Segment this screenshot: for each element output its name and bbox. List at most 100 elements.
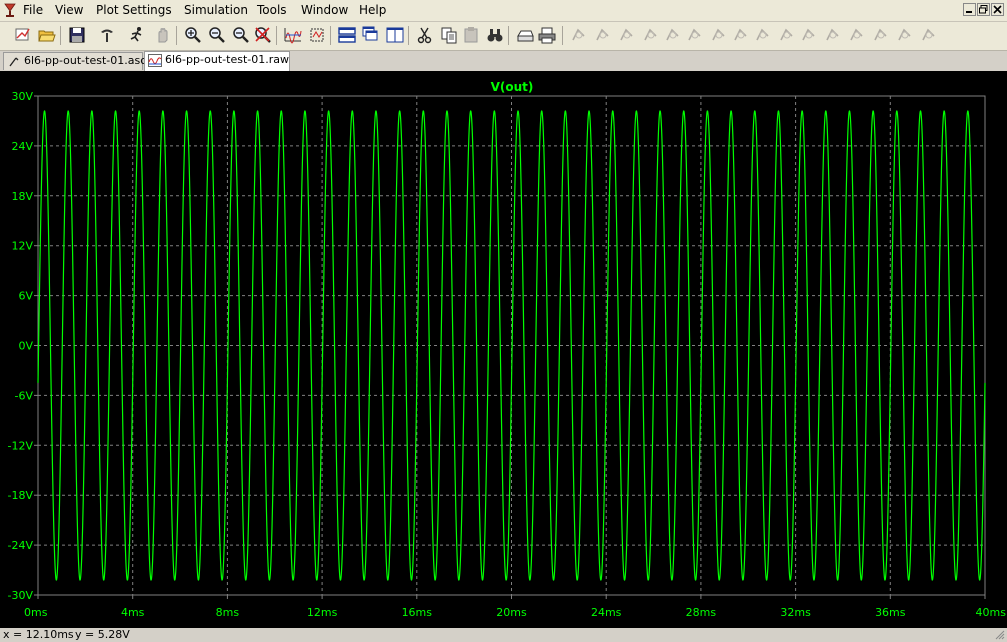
tab-waveform[interactable]: 6l6-pp-out-test-01.raw bbox=[144, 51, 290, 71]
cut-button[interactable] bbox=[416, 26, 434, 44]
move-button[interactable] bbox=[754, 26, 772, 44]
drag-icon bbox=[780, 28, 793, 41]
y-tick-label: 24V bbox=[11, 140, 33, 153]
cancel-zoom-button[interactable] bbox=[254, 26, 272, 44]
zoom-out-icon bbox=[209, 27, 225, 43]
cascade-button[interactable] bbox=[362, 26, 380, 44]
copy-icon bbox=[441, 27, 457, 44]
y-tick-label: -18V bbox=[8, 489, 34, 502]
resistor-button[interactable] bbox=[642, 26, 660, 44]
control-panel-icon bbox=[101, 29, 113, 42]
redo-button[interactable] bbox=[824, 26, 842, 44]
save-button[interactable] bbox=[68, 26, 86, 44]
ltspice-app-icon[interactable] bbox=[2, 2, 18, 18]
save-icon bbox=[69, 27, 85, 43]
menu-view[interactable]: View bbox=[55, 3, 83, 18]
print-button[interactable] bbox=[538, 26, 556, 44]
spice-directive-button[interactable] bbox=[920, 26, 938, 44]
y-tick-label: 18V bbox=[11, 190, 33, 203]
tab-waveform-label: 6l6-pp-out-test-01.raw bbox=[165, 53, 289, 66]
y-tick-label: -6V bbox=[15, 389, 34, 402]
menu-tools[interactable]: Tools bbox=[257, 3, 287, 18]
find-button[interactable] bbox=[486, 26, 504, 44]
x-tick-label: 4ms bbox=[121, 606, 145, 619]
menu-help[interactable]: Help bbox=[359, 3, 386, 18]
tab-schematic-label: 6l6-pp-out-test-01.asc bbox=[24, 54, 147, 67]
trace-title[interactable]: V(out) bbox=[491, 80, 534, 94]
close-icon bbox=[993, 5, 1002, 14]
y-tick-label: 30V bbox=[11, 90, 33, 103]
inductor-icon bbox=[688, 28, 701, 41]
menu-simulation[interactable]: Simulation bbox=[184, 3, 248, 18]
zoom-in-icon bbox=[185, 27, 201, 43]
label-icon bbox=[620, 28, 633, 41]
x-tick-label: 40ms bbox=[976, 606, 1007, 619]
tile-horizontal-button[interactable] bbox=[338, 26, 356, 44]
component-button[interactable] bbox=[732, 26, 750, 44]
zoom-in-button[interactable] bbox=[184, 26, 202, 44]
waveform-plot-window[interactable]: 30V 24V 18V 12V 6V 0V -6V -12V -18V -24V -30V 0ms 4m… bbox=[0, 71, 1007, 628]
y-tick-label: 6V bbox=[18, 290, 33, 303]
fit-button[interactable] bbox=[308, 26, 326, 44]
waveform-plot[interactable]: 30V 24V 18V 12V 6V 0V -6V -12V -18V -24V -30V 0ms 4m… bbox=[0, 71, 1007, 628]
open-button[interactable] bbox=[38, 26, 56, 44]
status-bar: x = 12.10ms y = 5.28V bbox=[0, 628, 1007, 642]
close-button[interactable] bbox=[991, 3, 1004, 16]
capacitor-button[interactable] bbox=[664, 26, 682, 44]
toolbar-separator bbox=[60, 26, 61, 45]
menu-bar: File View Plot Settings Simulation Tools… bbox=[0, 0, 1007, 22]
run-button[interactable] bbox=[14, 26, 32, 44]
x-tick-label: 8ms bbox=[216, 606, 240, 619]
halt-button[interactable] bbox=[154, 26, 172, 44]
run-sim-icon bbox=[130, 27, 142, 42]
ground-icon bbox=[596, 28, 609, 41]
print-preview-button[interactable] bbox=[516, 26, 534, 44]
paste-icon bbox=[464, 27, 478, 43]
resize-grip-icon[interactable] bbox=[995, 630, 1005, 640]
cascade-icon bbox=[362, 26, 378, 41]
zoom-out-button[interactable] bbox=[208, 26, 226, 44]
x-tick-label: 28ms bbox=[686, 606, 717, 619]
zoom-area-button[interactable] bbox=[232, 26, 250, 44]
menu-window[interactable]: Window bbox=[301, 3, 348, 18]
diode-button[interactable] bbox=[710, 26, 728, 44]
wire-button[interactable] bbox=[570, 26, 588, 44]
tile-vertical-button[interactable] bbox=[386, 26, 404, 44]
control-panel-button[interactable] bbox=[98, 26, 116, 44]
undo-icon bbox=[802, 28, 815, 41]
x-tick-label: 16ms bbox=[402, 606, 433, 619]
run-sim-button[interactable] bbox=[128, 26, 146, 44]
y-tick-label: 0V bbox=[18, 340, 33, 353]
y-tick-label: -12V bbox=[8, 439, 34, 452]
halt-icon bbox=[158, 28, 168, 43]
menu-file[interactable]: File bbox=[23, 3, 43, 18]
mirror-button[interactable] bbox=[872, 26, 890, 44]
move-icon bbox=[756, 28, 769, 41]
drag-button[interactable] bbox=[778, 26, 796, 44]
label-button[interactable] bbox=[618, 26, 636, 44]
resistor-icon bbox=[644, 28, 657, 41]
cut-icon bbox=[417, 27, 432, 44]
ground-button[interactable] bbox=[594, 26, 612, 44]
minimize-icon bbox=[966, 11, 972, 13]
menu-plot-settings[interactable]: Plot Settings bbox=[96, 3, 172, 18]
cursor-y-readout: y = 5.28V bbox=[75, 628, 130, 641]
autorange-button[interactable] bbox=[284, 26, 302, 44]
mirror-icon bbox=[874, 28, 887, 41]
fit-icon bbox=[310, 28, 324, 42]
zoom-area-icon bbox=[233, 27, 249, 43]
undo-button[interactable] bbox=[800, 26, 818, 44]
toolbar-separator bbox=[508, 26, 509, 45]
inductor-button[interactable] bbox=[686, 26, 704, 44]
restore-button[interactable] bbox=[977, 3, 990, 16]
minimize-button[interactable] bbox=[963, 3, 976, 16]
tab-schematic[interactable]: 6l6-pp-out-test-01.asc bbox=[3, 52, 147, 70]
y-tick-label: -30V bbox=[8, 589, 34, 602]
x-tick-label: 24ms bbox=[591, 606, 622, 619]
copy-button[interactable] bbox=[440, 26, 458, 44]
paste-button[interactable] bbox=[462, 26, 480, 44]
toolbar-separator bbox=[408, 26, 409, 45]
text-button[interactable] bbox=[896, 26, 914, 44]
cancel-zoom-icon bbox=[255, 27, 271, 43]
rotate-button[interactable] bbox=[848, 26, 866, 44]
